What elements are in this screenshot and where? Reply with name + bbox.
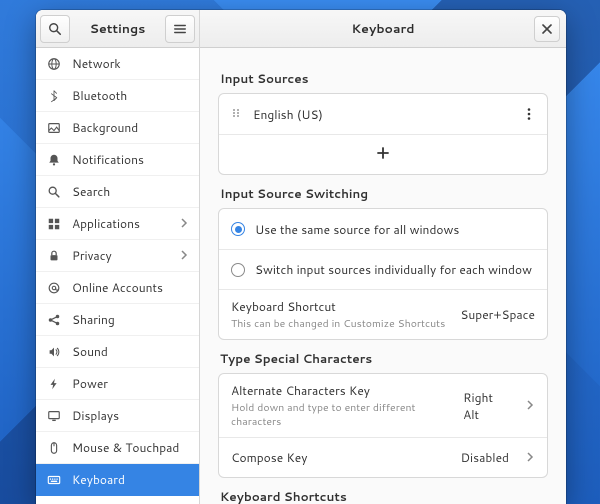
sidebar-item-label: Sound [72, 343, 108, 360]
sidebar-item-label: Background [72, 119, 138, 136]
close-icon [542, 24, 552, 34]
switching-option-individual[interactable]: Switch input sources individually for ea… [219, 249, 547, 289]
compose-key-label: Compose Key [231, 449, 307, 466]
switching-option-same[interactable]: Use the same source for all windows [219, 209, 547, 249]
sidebar-header: Settings [36, 10, 199, 48]
sidebar-item-network[interactable]: Network [36, 48, 199, 80]
sidebar-item-search[interactable]: Search [36, 176, 199, 208]
shortcut-sublabel: This can be changed in Customize Shortcu… [231, 317, 445, 331]
main-panel: Keyboard Input Sources English (US) Inpu… [200, 10, 566, 504]
main-title: Keyboard [200, 20, 566, 38]
sidebar-title: Settings [74, 20, 161, 38]
bell-icon [46, 152, 62, 168]
special-panel: Alternate Characters Key Hold down and t… [218, 373, 548, 478]
chevron-right-icon [525, 397, 535, 414]
drag-handle-icon[interactable] [231, 106, 243, 123]
chevron-right-icon [179, 215, 189, 232]
switching-option-label: Switch input sources individually for ea… [255, 261, 532, 278]
sound-icon [46, 344, 62, 360]
keyboard-icon [46, 472, 62, 488]
sidebar-item-label: Network [72, 55, 121, 72]
sidebar-item-keyboard[interactable]: Keyboard [36, 464, 199, 496]
sidebar-item-label: Mouse & Touchpad [72, 439, 179, 456]
search-icon [48, 22, 62, 36]
sidebar-item-label: Keyboard [72, 471, 125, 488]
chevron-right-icon [525, 449, 535, 466]
section-title-input-sources: Input Sources [220, 70, 548, 87]
sidebar-item-label: Bluetooth [72, 87, 127, 104]
power-icon [46, 376, 62, 392]
sidebar: Settings Network Bluetooth Background No… [36, 10, 200, 504]
sharing-icon [46, 312, 62, 328]
main-header: Keyboard [200, 10, 566, 48]
content-scroll[interactable]: Input Sources English (US) Input Source … [200, 48, 566, 504]
compose-key-value: Disabled [461, 449, 509, 466]
sidebar-item-displays[interactable]: Displays [36, 400, 199, 432]
input-source-menu-button[interactable] [523, 107, 535, 121]
section-title-switching: Input Source Switching [220, 185, 548, 202]
sidebar-item-online-accounts[interactable]: Online Accounts [36, 272, 199, 304]
sidebar-item-notifications[interactable]: Notifications [36, 144, 199, 176]
displays-icon [46, 408, 62, 424]
sidebar-item-sharing[interactable]: Sharing [36, 304, 199, 336]
sidebar-item-bluetooth[interactable]: Bluetooth [36, 80, 199, 112]
section-title-shortcuts: Keyboard Shortcuts [220, 488, 548, 504]
settings-window: Settings Network Bluetooth Background No… [36, 10, 566, 504]
shortcut-label: Keyboard Shortcut [231, 298, 445, 315]
at-icon [46, 280, 62, 296]
section-title-special: Type Special Characters [220, 350, 548, 367]
alternate-chars-row[interactable]: Alternate Characters Key Hold down and t… [219, 374, 547, 437]
chevron-right-icon [179, 247, 189, 264]
sidebar-item-label: Power [72, 375, 108, 392]
sidebar-item-applications[interactable]: Applications [36, 208, 199, 240]
sidebar-item-label: Privacy [72, 247, 112, 264]
alternate-chars-label: Alternate Characters Key [231, 382, 453, 399]
mouse-icon [46, 440, 62, 456]
search-icon [46, 184, 62, 200]
close-button[interactable] [534, 16, 560, 42]
search-button[interactable] [40, 15, 70, 43]
sidebar-item-sound[interactable]: Sound [36, 336, 199, 368]
sidebar-item-mouse-touchpad[interactable]: Mouse & Touchpad [36, 432, 199, 464]
kebab-icon [523, 107, 535, 121]
shortcut-value: Super+Space [460, 306, 535, 323]
input-source-label: English (US) [253, 106, 323, 123]
background-icon [46, 120, 62, 136]
sidebar-item-label: Notifications [72, 151, 144, 168]
sidebar-item-label: Applications [72, 215, 140, 232]
input-sources-panel: English (US) [218, 93, 548, 175]
sidebar-item-privacy[interactable]: Privacy [36, 240, 199, 272]
plus-icon [376, 146, 390, 164]
applications-icon [46, 216, 62, 232]
menu-icon [173, 22, 187, 36]
sidebar-item-label: Search [72, 183, 110, 200]
lock-icon [46, 248, 62, 264]
radio-same-source[interactable] [231, 222, 245, 236]
radio-individual-source[interactable] [231, 263, 245, 277]
add-input-source-button[interactable] [219, 134, 547, 174]
bluetooth-icon [46, 88, 62, 104]
sidebar-item-background[interactable]: Background [36, 112, 199, 144]
alternate-chars-value: Right Alt [463, 389, 509, 423]
keyboard-shortcut-row: Keyboard Shortcut This can be changed in… [219, 289, 547, 339]
alternate-chars-sublabel: Hold down and type to enter different ch… [231, 401, 453, 429]
sidebar-item-power[interactable]: Power [36, 368, 199, 400]
sidebar-item-label: Online Accounts [72, 279, 163, 296]
hamburger-button[interactable] [165, 15, 195, 43]
switching-option-label: Use the same source for all windows [255, 221, 459, 238]
sidebar-list: Network Bluetooth Background Notificatio… [36, 48, 199, 504]
sidebar-item-label: Displays [72, 407, 119, 424]
compose-key-row[interactable]: Compose Key Disabled [219, 437, 547, 477]
switching-panel: Use the same source for all windows Swit… [218, 208, 548, 340]
input-source-row[interactable]: English (US) [219, 94, 547, 134]
network-icon [46, 56, 62, 72]
sidebar-item-label: Sharing [72, 311, 115, 328]
